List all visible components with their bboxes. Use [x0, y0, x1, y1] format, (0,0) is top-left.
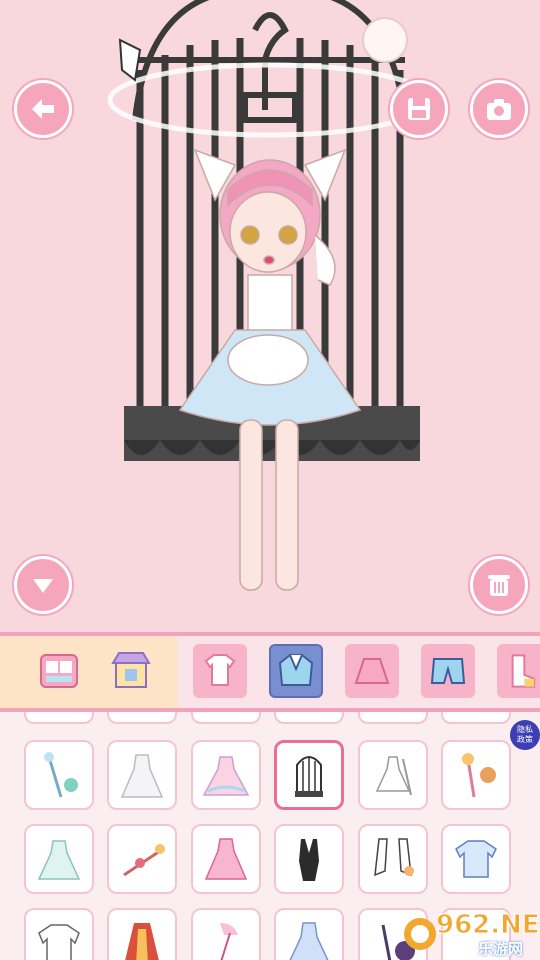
blue-gown-thumbnail: [289, 922, 329, 960]
privacy-line1: 隐私: [517, 725, 533, 734]
floppy-disk-icon: [408, 98, 430, 120]
wardrobe-icon: [40, 654, 78, 688]
birdcage-item[interactable]: [274, 740, 344, 810]
item-partial[interactable]: [358, 712, 428, 724]
character-scene: [107, 0, 433, 591]
dressup-stage: [0, 0, 540, 632]
collapse-button[interactable]: [14, 556, 72, 614]
back-button[interactable]: [14, 80, 72, 138]
item-partial[interactable]: [441, 712, 511, 724]
white-gown-thumbnail: [120, 754, 164, 798]
back-arrow-icon: [32, 99, 54, 119]
blue-blouse-item[interactable]: [441, 824, 511, 894]
delete-button[interactable]: [470, 556, 528, 614]
category-shorts[interactable]: [421, 644, 475, 698]
parasol-item[interactable]: [191, 908, 261, 960]
shorts-icon: [430, 658, 466, 684]
pink-lolita-dress-thumbnail: [204, 838, 248, 880]
watermark-sub-text: 乐游网: [478, 940, 524, 958]
item-partial[interactable]: [274, 712, 344, 724]
pink-gown-thumbnail: [202, 756, 250, 796]
site-watermark: 962.NET 乐游网: [400, 908, 540, 960]
red-cape-thumbnail: [125, 923, 159, 960]
skirt-icon: [354, 658, 390, 684]
staff-thumbnail: [44, 752, 78, 798]
character: [178, 148, 362, 591]
camera-button[interactable]: [470, 80, 528, 138]
camera-icon: [487, 99, 511, 120]
ribbon-item[interactable]: [358, 824, 428, 894]
mint-dress-item[interactable]: [24, 824, 94, 894]
wand-thumbnail: [462, 753, 496, 798]
category-socks[interactable]: [497, 644, 540, 698]
tuxedo-thumbnail: [299, 839, 319, 881]
red-cape-item[interactable]: [107, 908, 177, 960]
blue-gown-item[interactable]: [274, 908, 344, 960]
pink-lolita-dress-item[interactable]: [191, 824, 261, 894]
shop-icon: [111, 652, 151, 688]
item-partial[interactable]: [107, 712, 177, 724]
shop-button[interactable]: [104, 644, 158, 698]
wardrobe-button[interactable]: [32, 644, 86, 698]
white-coat-thumbnail: [38, 924, 80, 960]
watermark-main-text: 962.NET: [435, 910, 540, 941]
save-button[interactable]: [390, 80, 448, 138]
jacket-icon: [278, 654, 314, 686]
parasol-thumbnail: [220, 923, 238, 960]
shirt-icon: [204, 654, 236, 686]
candy-wand-item[interactable]: [107, 824, 177, 894]
candy-wand-thumbnail: [123, 844, 165, 877]
watermark-logo-icon: [404, 918, 436, 950]
item-partial[interactable]: [191, 712, 261, 724]
sock-icon: [511, 654, 536, 688]
heart-lock-decoration: [118, 38, 142, 82]
white-coat-item[interactable]: [24, 908, 94, 960]
category-tops[interactable]: [193, 644, 247, 698]
pink-gown-item[interactable]: [191, 740, 261, 810]
category-outerwear[interactable]: [269, 644, 323, 698]
ribbon-thumbnail: [374, 838, 414, 877]
trash-icon: [488, 575, 510, 596]
item-partial[interactable]: [24, 712, 94, 724]
blue-blouse-thumbnail: [455, 840, 497, 878]
white-gown-item[interactable]: [107, 740, 177, 810]
category-skirts[interactable]: [345, 644, 399, 698]
category-toolbar: [0, 632, 540, 712]
privacy-line2: 政策: [517, 735, 533, 744]
bonnet-decoration: [362, 17, 408, 63]
fairy-dress-item[interactable]: [358, 740, 428, 810]
ribbon-swirl: [107, 62, 433, 138]
privacy-policy-badge[interactable]: 隐私 政策: [510, 720, 540, 750]
wand-item[interactable]: [441, 740, 511, 810]
staff-item[interactable]: [24, 740, 94, 810]
fairy-dress-thumbnail: [375, 756, 412, 796]
tuxedo-item[interactable]: [274, 824, 344, 894]
triangle-down-icon: [33, 579, 53, 593]
mint-dress-thumbnail: [37, 840, 81, 880]
birdcage-thumbnail: [295, 756, 323, 797]
